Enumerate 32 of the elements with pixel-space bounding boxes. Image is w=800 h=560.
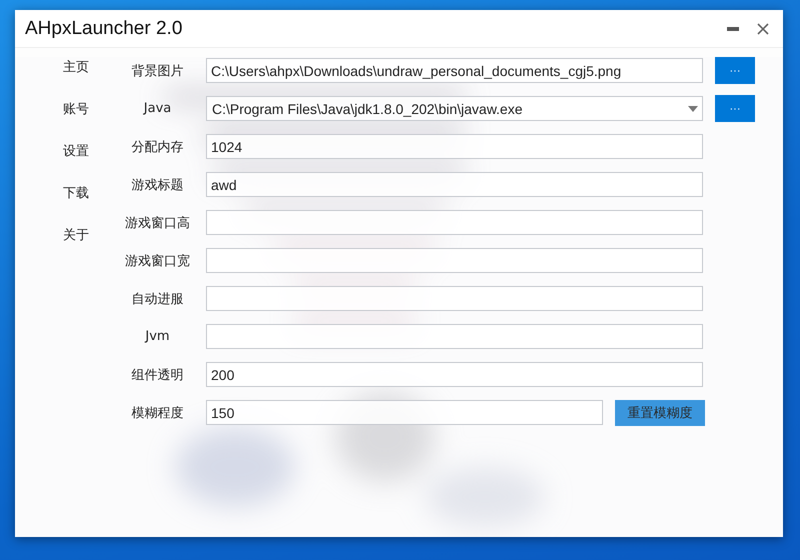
input-field[interactable] (206, 248, 703, 273)
input-field[interactable] (206, 286, 703, 311)
sidebar-item[interactable]: 下载 (63, 184, 89, 226)
input-field[interactable]: awd (206, 172, 703, 197)
input-field[interactable] (206, 324, 703, 349)
sidebar-item[interactable]: 主页 (63, 58, 89, 100)
input-field[interactable]: 150 (206, 400, 603, 425)
field-label: 游戏窗口高 (124, 214, 191, 232)
input-field[interactable]: 200 (206, 362, 703, 387)
browse-button[interactable]: ··· (715, 57, 755, 84)
sidebar-item[interactable]: 关于 (63, 226, 89, 268)
minimize-icon[interactable] (727, 26, 739, 30)
field-label: 模糊程度 (130, 404, 184, 422)
input-field[interactable] (206, 210, 703, 235)
field-label: 背景图片 (130, 62, 184, 80)
java-path-dropdown[interactable]: C:\Program Files\Java\jdk1.8.0_202\bin\javaw.exe (206, 96, 703, 121)
reset-blur-button[interactable]: 重置模糊度 (615, 400, 705, 426)
input-field[interactable]: C:\Users\ahpx\Downloads\undraw_personal_documents_cgj5.png (206, 58, 703, 83)
sidebar-item[interactable]: 账号 (63, 100, 89, 142)
field-label: 分配内存 (130, 138, 184, 156)
input-field[interactable]: 1024 (206, 134, 703, 159)
close-icon[interactable] (757, 22, 769, 34)
field-label: 自动进服 (130, 290, 184, 308)
field-label: Jvm (144, 329, 171, 344)
field-label: 游戏标题 (130, 176, 184, 194)
dropdown-arrow-icon[interactable] (688, 106, 698, 112)
field-label: Java (142, 101, 172, 116)
field-label: 游戏窗口宽 (124, 252, 191, 270)
window-title: AHpxLauncher 2.0 (25, 18, 184, 40)
browse-button[interactable]: ··· (715, 95, 755, 122)
sidebar-item[interactable]: 设置 (63, 142, 89, 184)
field-label: 组件透明 (130, 366, 184, 384)
